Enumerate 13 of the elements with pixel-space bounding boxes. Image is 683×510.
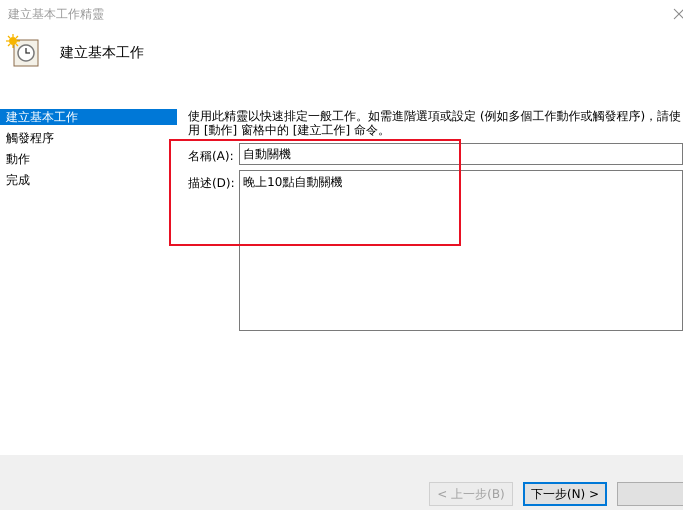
sidebar-item[interactable]: 動作	[0, 151, 177, 167]
field-label: 名稱(A):	[188, 148, 235, 165]
wizard-heading: 建立基本工作	[60, 44, 144, 63]
wizard-button[interactable]: 下一步(N) >	[523, 482, 607, 506]
name-field[interactable]: 自動關機	[239, 143, 683, 165]
sidebar-item[interactable]: 完成	[0, 172, 177, 188]
field-label: 描述(D):	[188, 175, 236, 192]
window-title: 建立基本工作精靈	[8, 6, 104, 23]
intro-text: 使用此精靈以快速排定一般工作。如需進階選項或設定 (例如多個工作動作或觸發程序)，請使用 [動作] 窗格中的 [建立工作] 命令。	[188, 109, 682, 137]
sidebar-item[interactable]: 建立基本工作	[0, 109, 177, 125]
sidebar-item[interactable]: 觸發程序	[0, 130, 177, 146]
description-field[interactable]: 晚上10點自動關機	[239, 170, 683, 331]
scheduled-task-clock-icon	[6, 34, 40, 68]
